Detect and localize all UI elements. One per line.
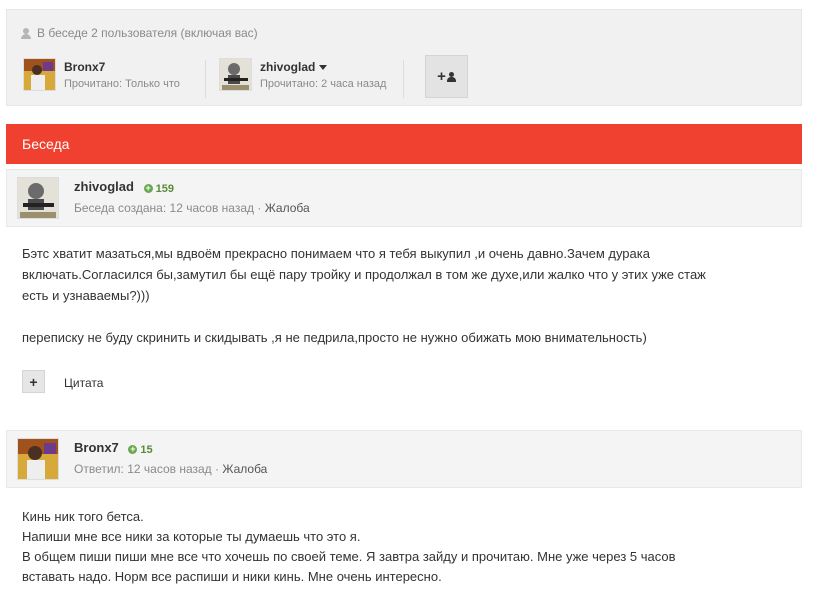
- reputation-badge: + 15: [128, 443, 153, 456]
- participant-read-status: Прочитано: 2 часа назад: [260, 78, 387, 90]
- quote-label[interactable]: Цитата: [64, 376, 103, 390]
- message-body: Бэтс хватит мазаться,мы вдвоём прекрасно…: [22, 243, 722, 348]
- avatar[interactable]: [17, 177, 59, 219]
- participant-name[interactable]: Bronx7: [64, 60, 180, 74]
- invite-participant-button[interactable]: +: [425, 55, 468, 98]
- divider: [205, 60, 206, 98]
- plus-icon: +: [437, 68, 446, 85]
- message-line: Кинь ник того бетса.: [22, 509, 144, 524]
- participant-bronx7[interactable]: Bronx7 Прочитано: Только что: [23, 58, 180, 91]
- plus-icon: +: [143, 183, 153, 193]
- plus-icon: +: [128, 444, 138, 454]
- message-author: zhivoglad + 159: [74, 179, 174, 195]
- participants-heading: В беседе 2 пользователя (включая вас): [21, 26, 258, 40]
- avatar[interactable]: [17, 438, 59, 480]
- chevron-down-icon[interactable]: [319, 65, 328, 71]
- participants-panel: В беседе 2 пользователя (включая вас) Br…: [6, 9, 802, 106]
- report-link[interactable]: Жалоба: [265, 201, 310, 215]
- conversation-title-bar: Беседа: [6, 124, 802, 164]
- conversation-title: Беседа: [22, 136, 70, 152]
- avatar[interactable]: [219, 58, 252, 91]
- participant-name[interactable]: zhivoglad: [260, 60, 386, 74]
- participant-read-status: Прочитано: Только что: [64, 78, 180, 90]
- message-line: Напиши мне все ники за которые ты думаеш…: [22, 529, 361, 544]
- reputation-badge: + 159: [143, 182, 174, 195]
- message-paragraph: Бэтс хватит мазаться,мы вдвоём прекрасно…: [22, 246, 706, 303]
- message-paragraph: переписку не буду скринить и скидывать ,…: [22, 330, 647, 345]
- message-line: В общем пиши пиши мне все что хочешь по …: [22, 549, 676, 584]
- user-icon: [21, 27, 31, 39]
- message-meta: Ответил: 12 часов назад · Жалоба: [74, 462, 268, 476]
- message-author: Bronx7 + 15: [74, 440, 153, 456]
- divider: [403, 60, 404, 98]
- participant-zhivoglad[interactable]: zhivoglad Прочитано: 2 часа назад: [219, 58, 386, 91]
- avatar[interactable]: [23, 58, 56, 91]
- message-body: Кинь ник того бетса. Напиши мне все ники…: [22, 507, 722, 587]
- message-meta: Беседа создана: 12 часов назад · Жалоба: [74, 201, 310, 215]
- message-header: Bronx7 + 15 Ответил: 12 часов назад · Жа…: [6, 430, 802, 488]
- plus-icon: +: [29, 373, 38, 390]
- user-icon: [446, 71, 456, 82]
- report-link[interactable]: Жалоба: [222, 462, 267, 476]
- message-header: zhivoglad + 159 Беседа создана: 12 часов…: [6, 169, 802, 227]
- quote-button[interactable]: +: [22, 370, 45, 393]
